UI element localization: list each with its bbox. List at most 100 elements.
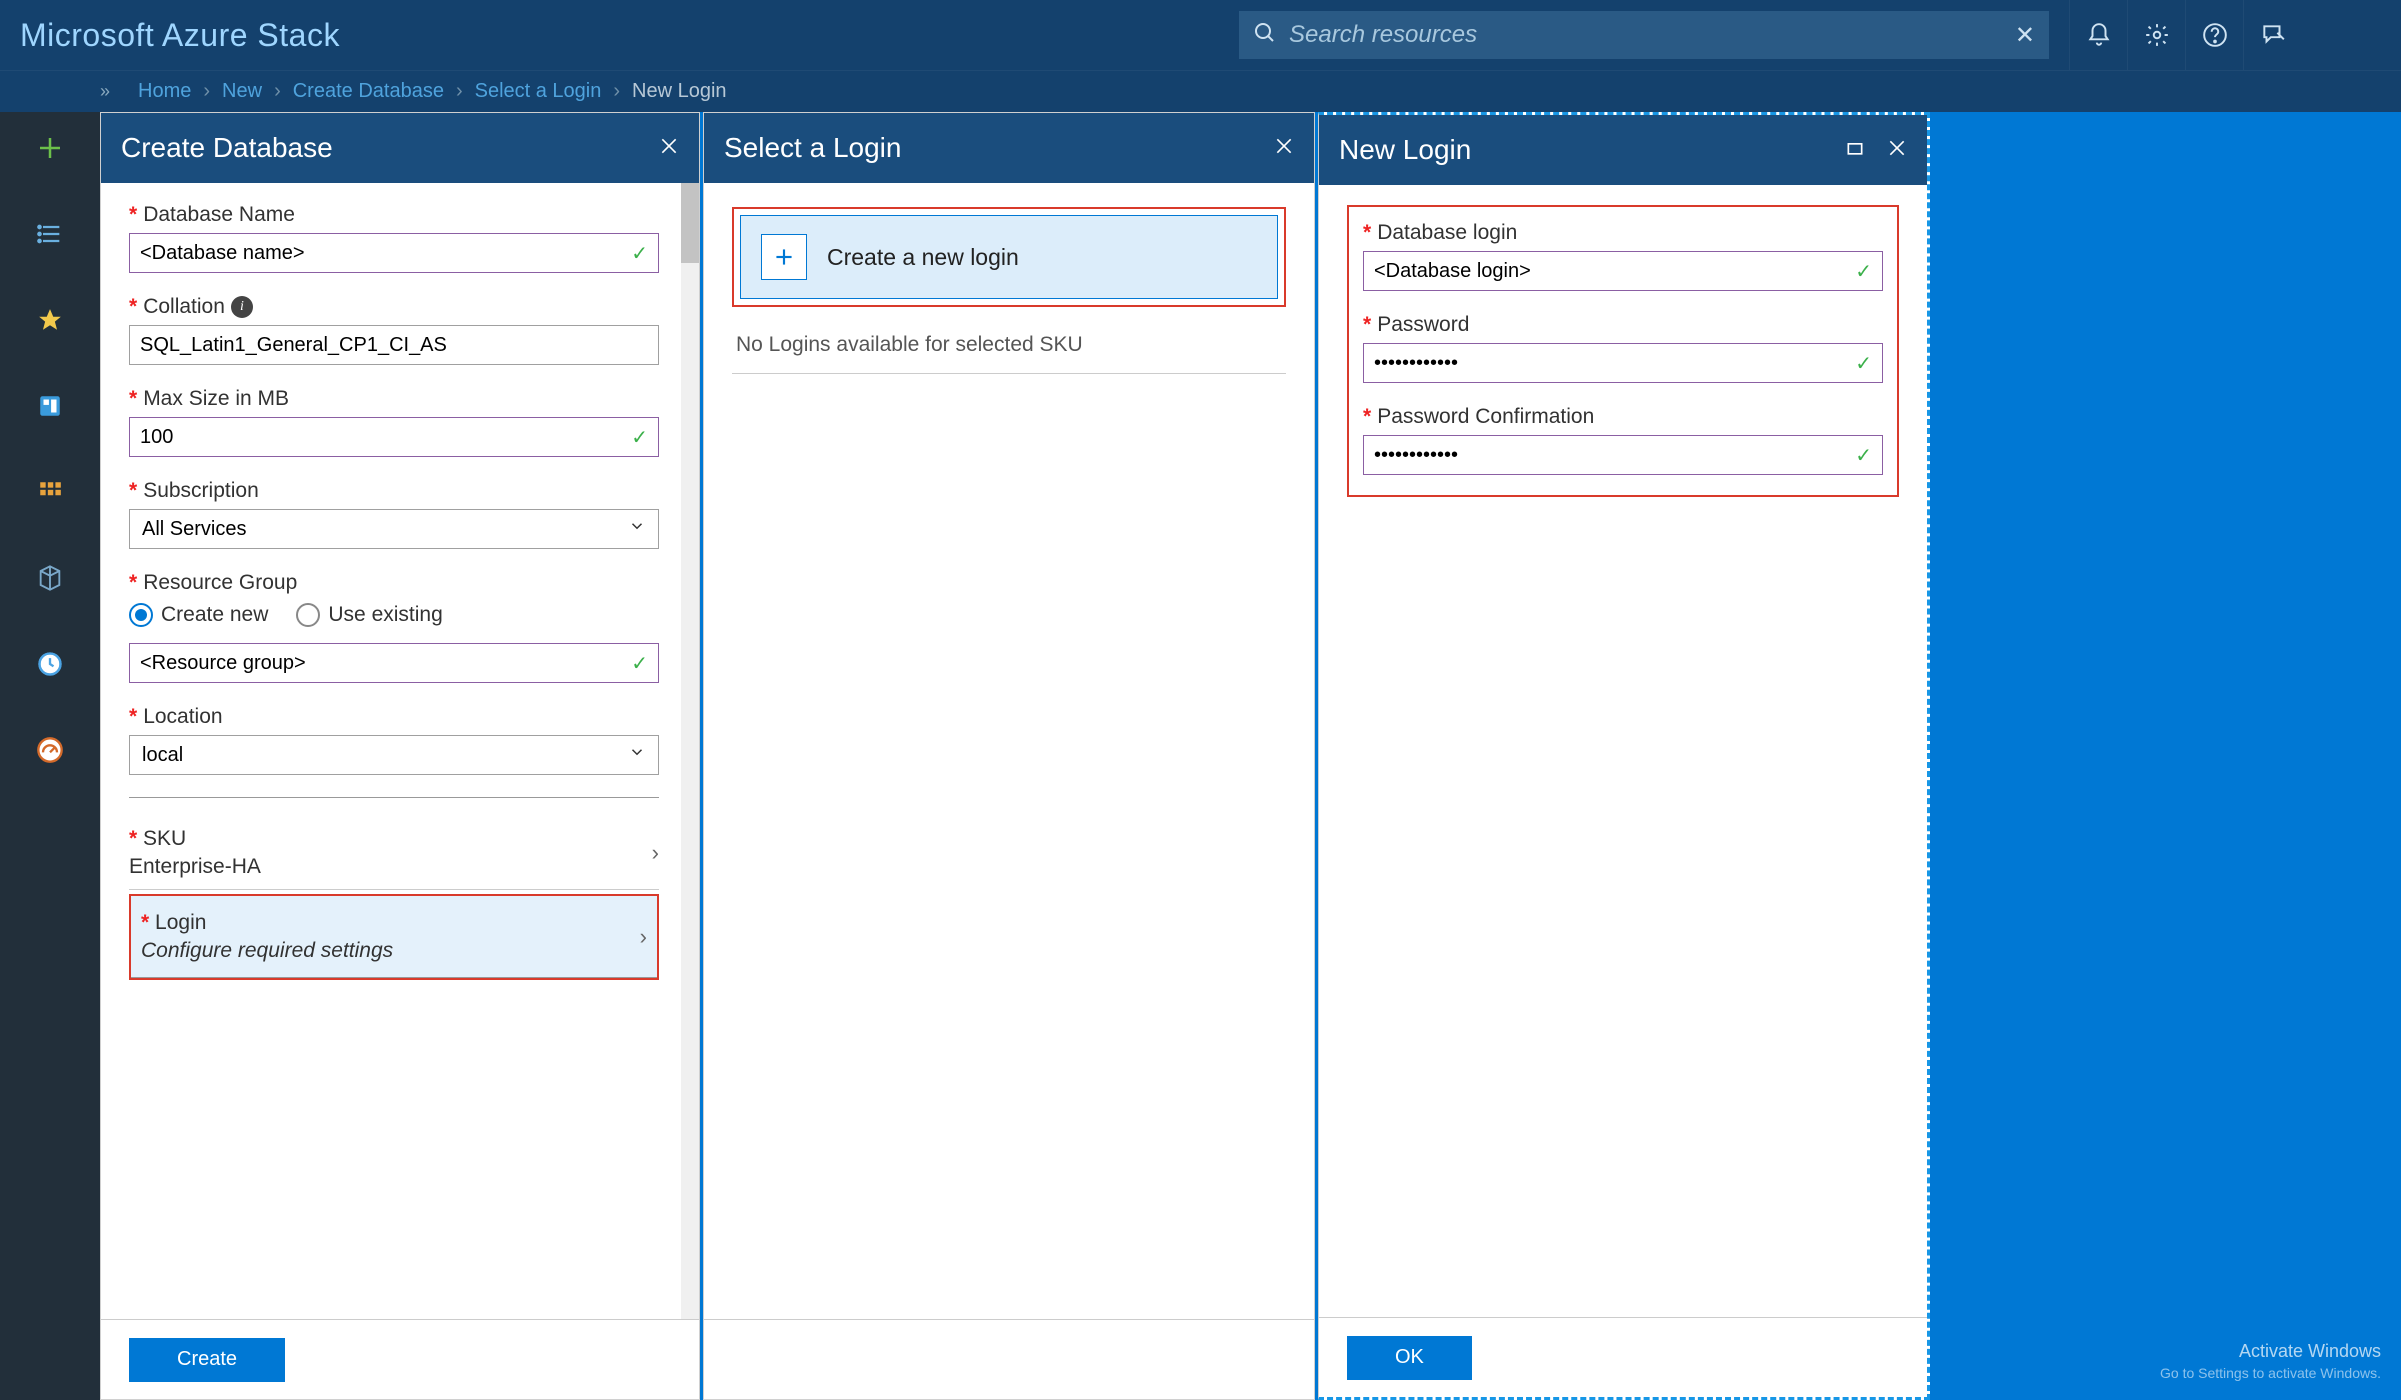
- info-icon[interactable]: i: [231, 296, 253, 318]
- resource-group-input[interactable]: ✓: [129, 643, 659, 683]
- activate-windows-watermark: Activate Windows Go to Settings to activ…: [2160, 1340, 2381, 1382]
- create-login-highlight: Create a new login: [732, 207, 1286, 307]
- create-button[interactable]: Create: [129, 1338, 285, 1382]
- select-value: local: [142, 744, 183, 767]
- database-login-input[interactable]: ✓: [1363, 251, 1883, 291]
- field-collation: *Collation i: [129, 295, 659, 365]
- required-icon: *: [129, 387, 137, 411]
- field-max-size: *Max Size in MB ✓: [129, 387, 659, 457]
- rail-favorite-icon[interactable]: [26, 296, 74, 344]
- close-icon[interactable]: [1274, 136, 1294, 161]
- required-icon: *: [1363, 405, 1371, 429]
- create-login-label: Create a new login: [827, 244, 1019, 271]
- crumb-home[interactable]: Home: [138, 80, 191, 103]
- input[interactable]: [140, 242, 631, 265]
- blade-header: Select a Login: [704, 113, 1314, 183]
- subscription-select[interactable]: All Services: [129, 509, 659, 549]
- input[interactable]: [140, 334, 648, 357]
- label: Database Name: [143, 203, 295, 227]
- chevron-right-icon: ›: [640, 924, 647, 950]
- input[interactable]: [140, 426, 631, 449]
- blade-footer: [704, 1319, 1314, 1399]
- checkmark-icon: ✓: [631, 241, 648, 266]
- crumb-new[interactable]: New: [222, 80, 262, 103]
- radio-use-existing[interactable]: Use existing: [296, 603, 442, 627]
- blade-title: Select a Login: [724, 132, 901, 164]
- user-avatar-icon[interactable]: [2326, 15, 2366, 55]
- checkmark-icon: ✓: [1855, 259, 1872, 284]
- help-icon[interactable]: [2185, 0, 2243, 70]
- required-icon: *: [129, 571, 137, 595]
- crumb-create-db[interactable]: Create Database: [293, 80, 444, 103]
- ok-button[interactable]: OK: [1347, 1336, 1472, 1380]
- blade-create-database: Create Database *Database Name ✓ *Collat…: [100, 112, 700, 1400]
- input[interactable]: [1374, 444, 1855, 467]
- password-input[interactable]: ✓: [1363, 343, 1883, 383]
- breadcrumb-history-icon[interactable]: »: [100, 81, 106, 102]
- required-icon: *: [1363, 313, 1371, 337]
- max-size-input[interactable]: ✓: [129, 417, 659, 457]
- crumb-select-login[interactable]: Select a Login: [475, 80, 602, 103]
- label: Collation: [143, 295, 225, 319]
- maximize-icon[interactable]: [1845, 138, 1865, 163]
- feedback-icon[interactable]: [2243, 0, 2301, 70]
- rail-new-icon[interactable]: [26, 124, 74, 172]
- blade-footer: Create: [101, 1319, 699, 1399]
- brand: Microsoft Azure Stack: [20, 17, 340, 54]
- database-name-input[interactable]: ✓: [129, 233, 659, 273]
- crumb-new-login: New Login: [632, 80, 727, 103]
- plus-icon: [761, 234, 807, 280]
- blade-header: New Login: [1319, 115, 1927, 185]
- input[interactable]: [1374, 352, 1855, 375]
- search-input[interactable]: [1289, 21, 2003, 49]
- label: Subscription: [143, 479, 259, 503]
- sku-value: Enterprise-HA: [129, 855, 261, 879]
- blades-container: Create Database *Database Name ✓ *Collat…: [100, 112, 2401, 1400]
- location-select[interactable]: local: [129, 735, 659, 775]
- input[interactable]: [140, 652, 631, 675]
- rail-dashboard-icon[interactable]: [26, 382, 74, 430]
- settings-icon[interactable]: [2127, 0, 2185, 70]
- field-subscription: *Subscription All Services: [129, 479, 659, 549]
- rail-clock-icon[interactable]: [26, 640, 74, 688]
- avatar-area[interactable]: [2311, 15, 2381, 55]
- field-password-confirmation: *Password Confirmation ✓: [1363, 405, 1883, 475]
- label: SKU: [143, 827, 186, 850]
- label: Resource Group: [143, 571, 297, 595]
- close-icon[interactable]: [659, 136, 679, 161]
- label: Max Size in MB: [143, 387, 289, 411]
- field-database-name: *Database Name ✓: [129, 203, 659, 273]
- required-icon: *: [1363, 221, 1371, 245]
- chevron-right-icon: ›: [613, 80, 620, 103]
- rail-gauge-icon[interactable]: [26, 726, 74, 774]
- field-resource-group: *Resource Group Create new Use existing: [129, 571, 659, 683]
- close-icon[interactable]: [1887, 138, 1907, 163]
- search-box[interactable]: ✕: [1239, 11, 2049, 59]
- scrollbar[interactable]: [681, 183, 699, 1319]
- notifications-icon[interactable]: [2069, 0, 2127, 70]
- main: Create Database *Database Name ✓ *Collat…: [0, 112, 2401, 1400]
- select-value: All Services: [142, 518, 246, 541]
- input[interactable]: [1374, 260, 1855, 283]
- create-new-login-item[interactable]: Create a new login: [740, 215, 1278, 299]
- blade-title: Create Database: [121, 132, 333, 164]
- rail-list-icon[interactable]: [26, 210, 74, 258]
- radio-label: Use existing: [328, 603, 442, 627]
- blade-header: Create Database: [101, 113, 699, 183]
- separator: [129, 797, 659, 798]
- topbar-icons: [2069, 0, 2301, 70]
- search-clear-icon[interactable]: ✕: [2015, 21, 2035, 50]
- rail-grid-icon[interactable]: [26, 468, 74, 516]
- label: Location: [143, 705, 222, 729]
- left-rail: [0, 112, 100, 1400]
- sku-selector[interactable]: * SKU Enterprise-HA ›: [129, 816, 659, 890]
- collation-input[interactable]: [129, 325, 659, 365]
- required-icon: *: [129, 203, 137, 227]
- checkmark-icon: ✓: [631, 651, 648, 676]
- blade-body: *Database Name ✓ *Collation i *Max Size …: [101, 183, 699, 1319]
- password-confirmation-input[interactable]: ✓: [1363, 435, 1883, 475]
- rail-cube-icon[interactable]: [26, 554, 74, 602]
- login-selector[interactable]: * Login Configure required settings ›: [131, 896, 657, 978]
- radio-label: Create new: [161, 603, 268, 627]
- radio-create-new[interactable]: Create new: [129, 603, 268, 627]
